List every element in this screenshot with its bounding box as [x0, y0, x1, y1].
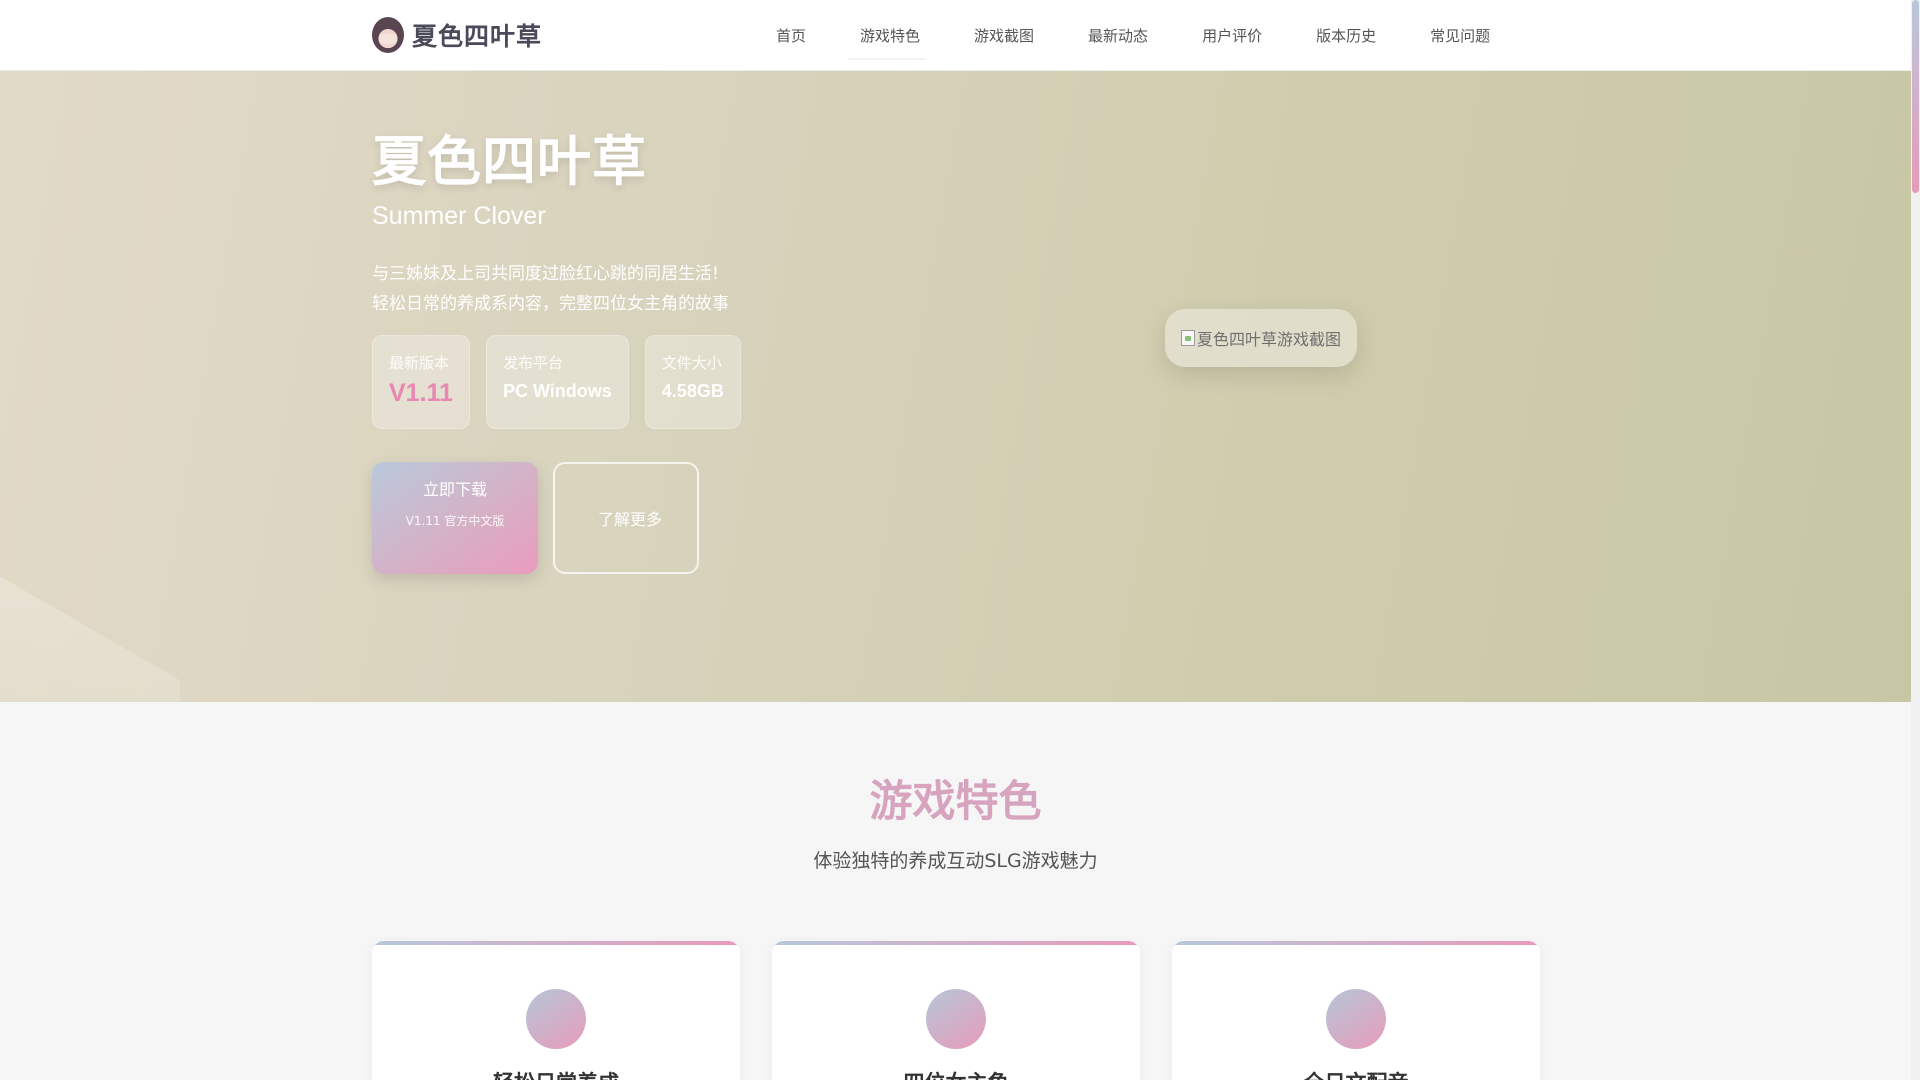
- nav-item-label: 游戏截图: [974, 27, 1035, 45]
- nav-item-features[interactable]: 游戏特色: [830, 0, 944, 71]
- stat-version: 最新版本 V1.11: [372, 335, 470, 429]
- feature-card-title: 全日文配音: [1172, 1067, 1540, 1080]
- users-icon: [926, 989, 986, 1049]
- logo-avatar-icon: [372, 17, 404, 53]
- learn-more-button[interactable]: 了解更多: [553, 462, 699, 574]
- feature-card-heroines: 四位女主角: [772, 941, 1140, 1080]
- feature-card-title: 轻松日常养成: [372, 1067, 740, 1080]
- stat-filesize: 文件大小 4.58GB: [644, 335, 741, 429]
- nav-item-screenshots[interactable]: 游戏截图: [944, 0, 1058, 71]
- screenshot-alt-label: 夏色四叶草游戏截图: [1196, 330, 1341, 349]
- stats-row: 最新版本 V1.11 发布平台 PC Windows 文件大小 4.58GB: [372, 335, 741, 429]
- hero-description: 与三姊妹及上司共同度过脸红心跳的同居生活! 轻松日常的养成系内容，完整四位女主角…: [372, 259, 729, 319]
- stat-label: 文件大小: [661, 354, 722, 372]
- hero-subtitle: Summer Clover: [372, 202, 546, 230]
- broken-image-icon: [1180, 330, 1195, 346]
- stat-platform: 发布平台 PC Windows: [485, 335, 629, 429]
- stat-value: 4.58GB: [661, 381, 724, 401]
- nav-item-news[interactable]: 最新动态: [1058, 0, 1172, 71]
- scrollbar-thumb[interactable]: [1912, 0, 1919, 193]
- stat-label: 最新版本: [389, 354, 450, 372]
- nav-item-label: 首页: [776, 27, 807, 45]
- nav-item-reviews[interactable]: 用户评价: [1172, 0, 1286, 71]
- feature-card-voice: 全日文配音: [1172, 941, 1540, 1080]
- stat-value: PC Windows: [502, 381, 612, 401]
- hero-desc-line: 轻松日常的养成系内容，完整四位女主角的故事: [372, 294, 729, 314]
- hero-section: 夏色四叶草 Summer Clover 与三姊妹及上司共同度过脸红心跳的同居生活…: [0, 71, 1911, 702]
- stat-label: 发布平台: [502, 354, 563, 372]
- feature-card-title: 四位女主角: [772, 1067, 1140, 1080]
- home-heart-icon: [526, 989, 586, 1049]
- download-version-label: V1.11 官方中文版: [405, 514, 505, 528]
- microphone-icon: [1326, 989, 1386, 1049]
- download-button[interactable]: 立即下载 V1.11 官方中文版: [372, 462, 538, 574]
- logo[interactable]: 夏色四叶草: [372, 17, 542, 53]
- screenshot-alt-text: 夏色四叶草游戏截图: [1180, 326, 1341, 350]
- learn-more-label: 了解更多: [597, 510, 662, 529]
- nav-item-home[interactable]: 首页: [746, 0, 830, 71]
- logo-text: 夏色四叶草: [412, 22, 543, 51]
- nav-item-label: 版本历史: [1316, 27, 1377, 45]
- feature-card-daily: 轻松日常养成: [372, 941, 740, 1080]
- stat-value: V1.11: [389, 379, 453, 407]
- nav-item-label: 游戏特色: [860, 27, 921, 45]
- features-title: 游戏特色: [869, 777, 1042, 827]
- features-subtitle: 体验独特的养成互动SLG游戏魅力: [813, 850, 1098, 872]
- nav-item-label: 用户评价: [1202, 27, 1263, 45]
- nav-item-label: 常见问题: [1430, 27, 1491, 45]
- hero-title: 夏色四叶草: [372, 130, 647, 193]
- nav-item-history[interactable]: 版本历史: [1286, 0, 1400, 71]
- top-navbar: 夏色四叶草 首页 游戏特色 游戏截图 最新动态 用户评价 版本历史 常见问题: [0, 0, 1911, 71]
- main-nav: 首页 游戏特色 游戏截图 最新动态 用户评价 版本历史 常见问题: [746, 0, 1514, 71]
- nav-item-faq[interactable]: 常见问题: [1400, 0, 1514, 71]
- game-screenshot: 夏色四叶草游戏截图: [1165, 309, 1357, 367]
- page-scrollbar[interactable]: [1911, 0, 1920, 1080]
- hero-desc-line: 与三姊妹及上司共同度过脸红心跳的同居生活!: [372, 264, 719, 284]
- download-label: 立即下载: [422, 480, 487, 499]
- nav-item-label: 最新动态: [1088, 27, 1149, 45]
